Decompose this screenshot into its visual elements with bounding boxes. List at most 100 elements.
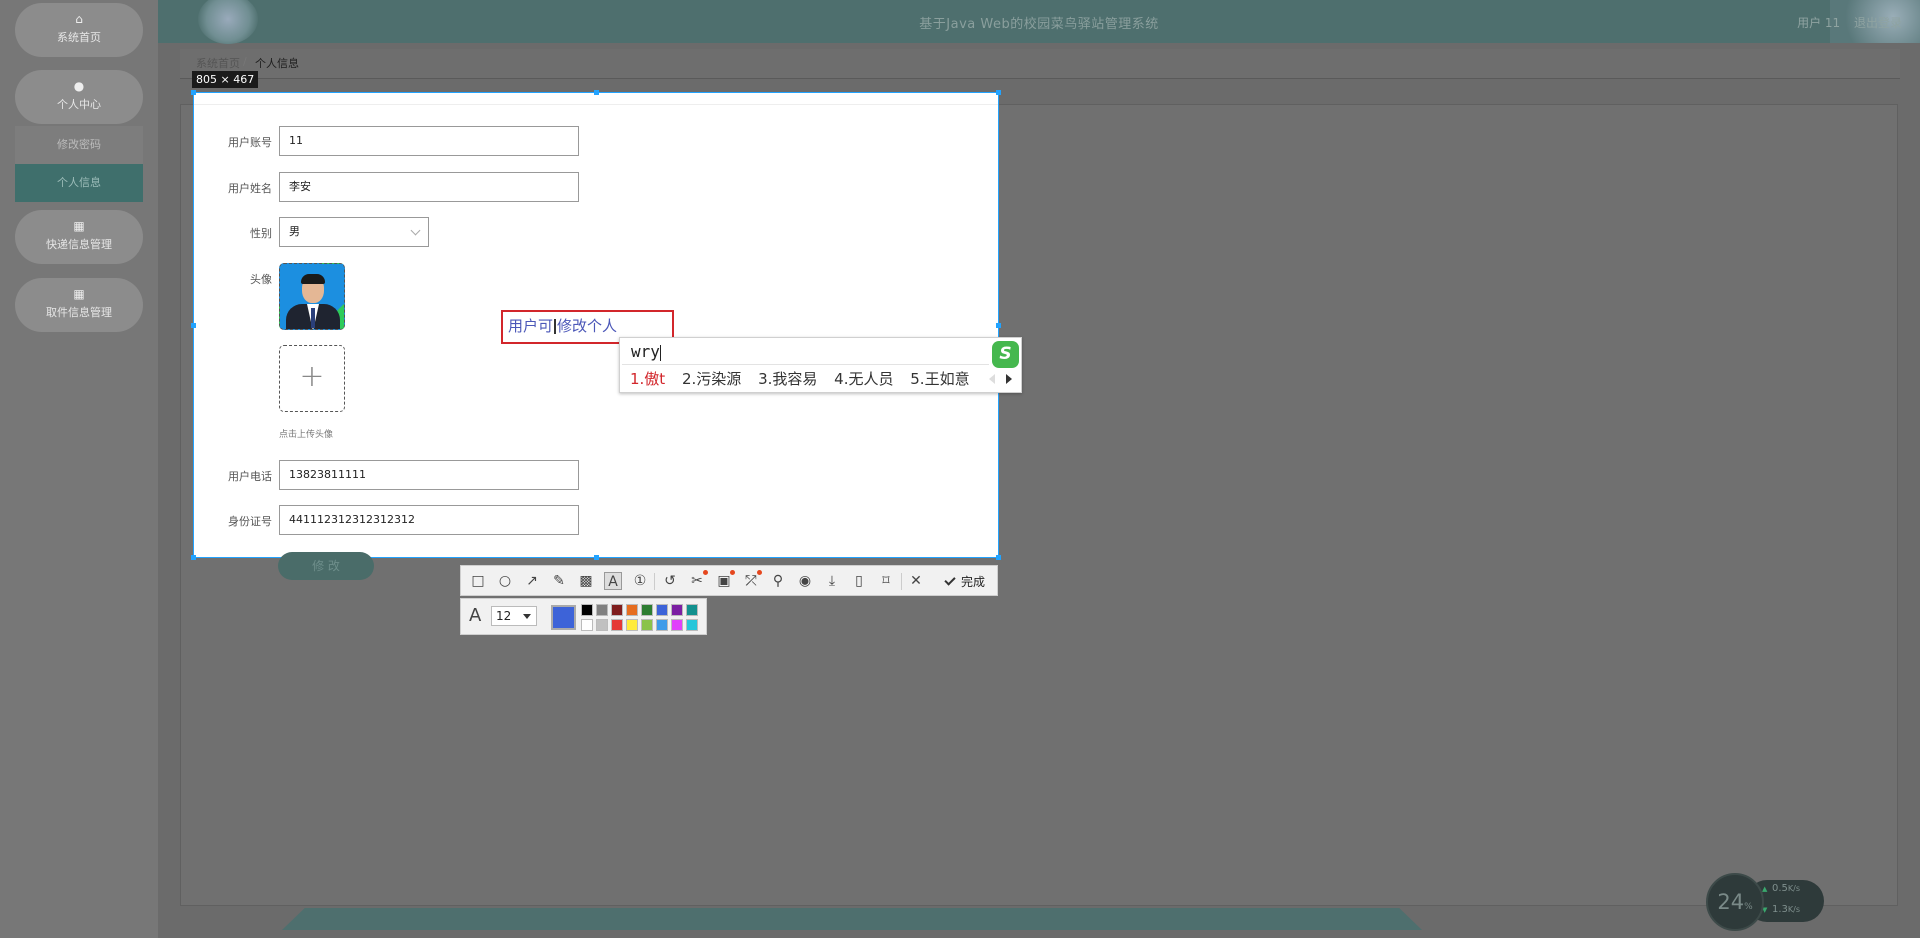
logout-link[interactable]: 退出登录: [1854, 16, 1902, 30]
new-badge: [730, 570, 735, 575]
gender-value: 男: [289, 225, 300, 238]
cut-icon[interactable]: ✂: [688, 570, 708, 590]
name-row: 用户姓名 李安: [194, 172, 594, 202]
color-swatch[interactable]: [671, 604, 683, 616]
sidebar-item-label: 取件信息管理: [46, 306, 112, 319]
color-swatch[interactable]: [581, 619, 593, 631]
chevron-down-icon: [410, 225, 421, 236]
ime-candidate[interactable]: 2.污染源: [682, 370, 741, 388]
screenshot-toolbar: □ ○ ↗ ✎ ▩ A ① ↺ ✂ ▣ ⤱ ⚲ ◉ ⤓ ▯ ⌑ ✕ 完成: [460, 565, 998, 596]
translate-icon[interactable]: ⤱: [742, 570, 762, 590]
screenshot-selection[interactable]: 用户账号 11 用户姓名 李安 性别 男 头像 + 点击上传头像 用户电话 13…: [191, 90, 1001, 560]
current-user: 用户 11: [1797, 16, 1841, 30]
selection-handle-r[interactable]: [996, 323, 1001, 328]
color-swatch[interactable]: [611, 604, 623, 616]
color-swatch[interactable]: [626, 604, 638, 616]
close-icon[interactable]: ✕: [907, 572, 925, 590]
id-number-input[interactable]: 441112312312312312: [279, 505, 579, 535]
cpu-usage-unit: %: [1744, 902, 1753, 912]
breadcrumb-home[interactable]: 系统首页: [196, 55, 240, 71]
network-speed-widget[interactable]: ▲ ▼ 0.5K/s 1.3K/s 24%: [1706, 873, 1824, 931]
account-input[interactable]: 11: [279, 126, 579, 156]
phone-input[interactable]: 13823811111: [279, 460, 579, 490]
color-swatch[interactable]: [671, 619, 683, 631]
sidebar-item-label: 快递信息管理: [46, 238, 112, 251]
ime-prev-page-icon[interactable]: [989, 374, 995, 384]
color-swatch[interactable]: [596, 619, 608, 631]
text-style-bar: A 12: [460, 598, 707, 635]
color-swatch[interactable]: [686, 604, 698, 616]
download-rate-unit: K/s: [1787, 905, 1801, 914]
text-icon[interactable]: A: [604, 572, 622, 590]
apps-icon: ▦: [73, 287, 85, 301]
ime-candidate[interactable]: 3.我容易: [758, 370, 817, 388]
ime-candidate-list: 1.傲t 2.污染源 3.我容易 4.无人员 5.王如意: [630, 368, 982, 389]
sidebar-item-express[interactable]: ▦ 快递信息管理: [15, 210, 143, 264]
avatar-image[interactable]: [279, 263, 345, 330]
sidebar-item-label: 系统首页: [57, 31, 101, 44]
done-button[interactable]: 完成: [944, 573, 985, 590]
rectangle-icon[interactable]: □: [469, 572, 487, 590]
gender-row: 性别 男: [194, 217, 594, 247]
user-icon: ●: [73, 79, 85, 93]
sidebar-subitem-change-password[interactable]: 修改密码: [15, 126, 143, 164]
arrow-icon[interactable]: ↗: [523, 572, 541, 590]
record-icon[interactable]: ◉: [796, 572, 814, 590]
form-top-divider: [194, 104, 998, 105]
current-color-swatch[interactable]: [551, 605, 576, 630]
gender-label: 性别: [250, 227, 272, 240]
sidebar-item-profile[interactable]: ● 个人中心: [15, 70, 143, 124]
sogou-logo-icon[interactable]: S: [992, 341, 1019, 368]
selection-handle-br[interactable]: [996, 555, 1001, 560]
selection-handle-tr[interactable]: [996, 90, 1001, 95]
name-input[interactable]: 李安: [279, 172, 579, 202]
number-icon[interactable]: ①: [631, 572, 649, 590]
download-rate-value: 1.3: [1772, 904, 1788, 915]
color-swatch[interactable]: [611, 619, 623, 631]
pin-icon[interactable]: ⚲: [769, 572, 787, 590]
ime-candidate[interactable]: 4.无人员: [834, 370, 893, 388]
sidebar-item-home[interactable]: ⌂ 系统首页: [15, 3, 143, 57]
color-swatch[interactable]: [656, 619, 668, 631]
bookmark-icon[interactable]: ⌑: [877, 572, 895, 590]
sidebar-subitem-personal-info[interactable]: 个人信息: [15, 164, 143, 202]
selection-handle-t[interactable]: [594, 90, 599, 95]
mosaic-icon[interactable]: ▩: [577, 572, 595, 590]
color-swatch[interactable]: [626, 619, 638, 631]
selection-handle-bl[interactable]: [191, 555, 196, 560]
color-swatch[interactable]: [641, 619, 653, 631]
selection-handle-l[interactable]: [191, 323, 196, 328]
font-size-select[interactable]: 12: [491, 606, 537, 626]
ocr-icon[interactable]: ▣: [715, 570, 735, 590]
ime-composition-text: wry: [631, 342, 660, 361]
upload-arrow-icon: ▲: [1762, 885, 1768, 893]
ime-divider: [622, 364, 989, 365]
color-swatch[interactable]: [596, 604, 608, 616]
bottom-decoration: [282, 908, 1422, 930]
upload-rate-unit: K/s: [1787, 884, 1801, 893]
undo-icon[interactable]: ↺: [661, 572, 679, 590]
account-row: 用户账号 11: [194, 126, 594, 156]
ellipse-icon[interactable]: ○: [496, 572, 514, 590]
top-header: 基于Java Web的校园菜鸟驿站管理系统 用户 11 退出登录: [158, 0, 1920, 44]
selection-handle-b[interactable]: [594, 555, 599, 560]
annotation-text-before: 用户可: [508, 317, 554, 335]
ime-next-page-icon[interactable]: [1006, 374, 1012, 384]
ime-candidate[interactable]: 5.王如意: [910, 370, 969, 388]
color-swatch[interactable]: [656, 604, 668, 616]
modify-button[interactable]: 修 改: [278, 552, 374, 580]
color-swatch[interactable]: [686, 619, 698, 631]
selection-handle-tl[interactable]: [191, 90, 196, 95]
avatar-upload-button[interactable]: +: [279, 345, 345, 412]
save-icon[interactable]: ⤓: [823, 572, 841, 590]
ime-candidate[interactable]: 1.傲t: [630, 370, 665, 388]
mobile-icon[interactable]: ▯: [850, 572, 868, 590]
new-badge: [703, 570, 708, 575]
sidebar-item-pickup[interactable]: ▦ 取件信息管理: [15, 278, 143, 332]
user-box: 用户 11 退出登录: [1787, 14, 1902, 31]
name-label: 用户姓名: [228, 182, 272, 195]
gender-select[interactable]: 男: [279, 217, 429, 247]
color-swatch[interactable]: [581, 604, 593, 616]
color-swatch[interactable]: [641, 604, 653, 616]
pencil-icon[interactable]: ✎: [550, 572, 568, 590]
